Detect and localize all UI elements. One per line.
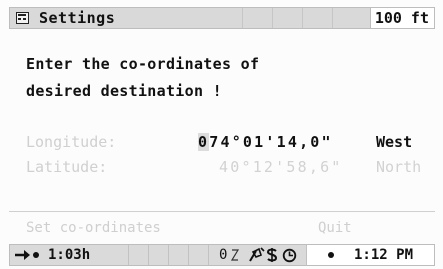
speed-value: 0 <box>219 247 228 263</box>
instruction-text: Enter the co-ordinates of desired destin… <box>26 51 259 105</box>
speed-unit-icon <box>230 245 240 265</box>
distance-readout: 100 ft <box>370 8 434 28</box>
arrow-right-dot-icon <box>14 245 40 265</box>
latitude-value[interactable]: 40°12'58,6" <box>219 158 343 176</box>
page-title: Settings <box>39 9 116 27</box>
status-divider <box>208 245 209 265</box>
dollar-icon <box>266 245 278 265</box>
latitude-label: Latitude: <box>26 158 108 176</box>
longitude-direction[interactable]: West <box>376 133 412 151</box>
status-divider <box>128 245 129 265</box>
title-divider <box>242 8 243 28</box>
satellite-icon <box>247 245 265 265</box>
status-divider <box>188 245 189 265</box>
latitude-direction[interactable]: North <box>376 158 421 176</box>
divider <box>9 211 435 212</box>
current-time: 1:12 PM <box>354 247 414 263</box>
quit-button[interactable]: Quit <box>318 218 352 238</box>
title-bar: Settings 100 ft <box>9 7 435 29</box>
instruction-line-2: desired destination ! <box>26 82 222 100</box>
longitude-label: Longitude: <box>26 133 117 151</box>
settings-screen: Settings 100 ft Enter the co-ordinates o… <box>0 0 443 269</box>
latitude-row[interactable]: Latitude: 40°12'58,6" North <box>26 158 436 178</box>
window-icon <box>16 12 29 24</box>
title-divider <box>272 8 273 28</box>
set-coordinates-button[interactable]: Set co-ordinates <box>26 218 161 238</box>
longitude-value[interactable]: 074°01'14,0" <box>198 133 333 151</box>
clock-icon <box>282 245 297 265</box>
longitude-row[interactable]: Longitude: 074°01'14,0" West <box>26 133 436 153</box>
edit-cursor: 0 <box>198 133 210 151</box>
clock-dot-icon <box>327 245 335 265</box>
instruction-line-1: Enter the co-ordinates of <box>26 55 260 73</box>
status-bar: 1:03h 0 1:12 PM <box>9 244 435 266</box>
title-divider <box>302 8 303 28</box>
status-divider <box>306 245 307 265</box>
status-divider <box>168 245 169 265</box>
longitude-value-rest: 74°01'14,0" <box>209 133 333 151</box>
title-divider <box>332 8 333 28</box>
status-divider <box>148 245 149 265</box>
eta-time: 1:03h <box>48 247 91 263</box>
